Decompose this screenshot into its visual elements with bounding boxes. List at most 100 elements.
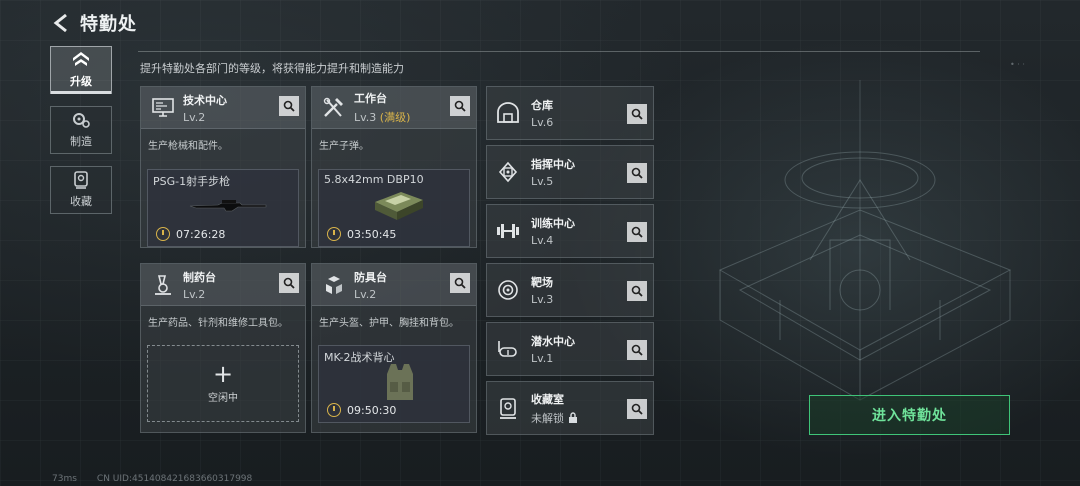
ammo-box-icon — [375, 192, 423, 220]
dumbbell-icon — [493, 216, 523, 246]
tactical-vest-icon — [387, 364, 413, 400]
plus-icon: + — [212, 360, 234, 388]
card-tech-center[interactable]: 技术中心 Lv.2 生产枪械和配件。 PSG-1射手步枪 07:26:28 — [140, 86, 306, 248]
level-value: Lv.3 — [354, 111, 377, 124]
production-timer: 07:26:28 — [156, 227, 225, 241]
sniper-rifle-icon — [189, 200, 267, 212]
enter-base-button[interactable]: 进入特勤处 — [809, 395, 1010, 435]
nav-item-upgrade[interactable]: 升级 — [50, 46, 112, 94]
card-level: Lv.1 — [531, 352, 554, 365]
production-slot[interactable]: MK-2战术背心 09:50:30 — [318, 345, 470, 423]
side-card-training-center[interactable]: 训练中心 Lv.4 — [486, 204, 654, 258]
card-name: 制药台 — [183, 270, 216, 284]
production-timer: 03:50:45 — [327, 227, 396, 241]
card-level: Lv.6 — [531, 116, 554, 129]
user-uid: CN UID:451408421683660317998 — [96, 474, 253, 484]
back-arrow-icon — [53, 13, 67, 33]
footer: 73ms CN UID:451408421683660317998 — [52, 474, 252, 484]
upgrade-icon — [73, 52, 89, 66]
back-button[interactable] — [50, 12, 70, 34]
production-slot[interactable]: 5.8x42mm DBP10 03:50:45 — [318, 169, 470, 247]
side-card-shooting-range[interactable]: 靶场 Lv.3 — [486, 263, 654, 317]
card-name: 训练中心 — [531, 217, 575, 230]
nav-item-collection[interactable]: 收藏 — [50, 166, 112, 214]
gears-icon — [73, 113, 90, 128]
timer-value: 09:50:30 — [347, 403, 397, 417]
search-button[interactable] — [627, 104, 647, 124]
card-armor-bench[interactable]: 防具台 Lv.2 生产头盔、护甲、胸挂和背包。 MK-2战术背心 09:50:3… — [311, 263, 477, 433]
timer-value: 07:26:28 — [176, 227, 226, 241]
card-name: 技术中心 — [183, 93, 227, 107]
timer-icon — [156, 227, 170, 241]
side-card-warehouse[interactable]: 仓库 Lv.6 — [486, 86, 654, 140]
search-icon — [631, 344, 643, 356]
search-icon — [454, 100, 466, 112]
card-name: 工作台 — [354, 92, 387, 105]
decorative-text: • · · — [1010, 60, 1025, 69]
search-icon — [454, 277, 466, 289]
card-level: Lv.5 — [531, 175, 554, 188]
card-level: Lv.3 — [531, 293, 554, 306]
search-button[interactable] — [450, 96, 470, 116]
microscope-icon — [149, 271, 177, 299]
header: 特勤处 — [50, 10, 137, 36]
diving-mask-icon — [493, 334, 523, 364]
search-button[interactable] — [627, 222, 647, 242]
page-subtitle: 提升特勤处各部门的等级，将获得能力提升和制造能力 — [140, 62, 404, 75]
side-card-diving-center[interactable]: 潜水中心 Lv.1 — [486, 322, 654, 376]
nav-label: 制造 — [70, 135, 92, 148]
search-icon — [631, 167, 643, 179]
card-level: Lv.4 — [531, 234, 554, 247]
header-divider — [138, 51, 980, 52]
trophy-icon — [493, 393, 523, 423]
collection-icon — [74, 171, 88, 189]
search-button[interactable] — [279, 96, 299, 116]
search-button[interactable] — [450, 273, 470, 293]
card-description: 生产枪械和配件。 — [148, 141, 228, 152]
search-button[interactable] — [627, 399, 647, 419]
card-level: Lv.2 — [354, 287, 377, 301]
timer-icon — [327, 403, 341, 417]
card-header: 技术中心 Lv.2 — [141, 87, 305, 129]
card-level-locked: 未解锁 — [531, 410, 578, 426]
search-icon — [283, 100, 295, 112]
idle-production-slot[interactable]: + 空闲中 — [147, 345, 299, 422]
search-button[interactable] — [279, 273, 299, 293]
search-button[interactable] — [627, 163, 647, 183]
production-slot[interactable]: PSG-1射手步枪 07:26:28 — [147, 169, 299, 247]
side-nav: 升级 制造 收藏 — [50, 46, 112, 226]
warehouse-icon — [493, 98, 523, 128]
card-pharmacy[interactable]: 制药台 Lv.2 生产药品、针剂和维修工具包。 + 空闲中 — [140, 263, 306, 433]
card-header: 防具台 Lv.2 — [312, 264, 476, 306]
search-icon — [631, 226, 643, 238]
cubes-icon — [320, 271, 348, 299]
timer-icon — [327, 227, 341, 241]
idle-label: 空闲中 — [208, 393, 238, 404]
search-button[interactable] — [627, 340, 647, 360]
card-level: Lv.2 — [183, 110, 206, 124]
locked-label: 未解锁 — [531, 411, 564, 425]
card-name: 收藏室 — [531, 392, 564, 406]
nav-label: 收藏 — [70, 195, 92, 208]
target-icon — [493, 275, 523, 305]
nav-item-craft[interactable]: 制造 — [50, 106, 112, 154]
max-level-badge: (满级) — [379, 111, 411, 124]
card-workbench[interactable]: 工作台 Lv.3 (满级) 生产子弹。 5.8x42mm DBP10 03:50… — [311, 86, 477, 248]
search-button[interactable] — [627, 281, 647, 301]
side-card-collection-room[interactable]: 收藏室 未解锁 — [486, 381, 654, 435]
search-icon — [631, 285, 643, 297]
side-card-command-center[interactable]: 指挥中心 Lv.5 — [486, 145, 654, 199]
card-description: 生产药品、针剂和维修工具包。 — [148, 318, 288, 329]
card-header: 工作台 Lv.3 (满级) — [312, 87, 476, 129]
search-icon — [283, 277, 295, 289]
search-icon — [631, 108, 643, 120]
card-name: 指挥中心 — [531, 158, 575, 171]
tools-icon — [320, 94, 348, 122]
nav-label: 升级 — [70, 75, 92, 88]
monitor-icon — [149, 94, 177, 122]
ping-value: 73ms — [52, 474, 77, 484]
card-name: 潜水中心 — [531, 335, 575, 348]
page-title: 特勤处 — [80, 14, 137, 35]
lock-icon — [569, 412, 577, 423]
production-timer: 09:50:30 — [327, 403, 396, 417]
